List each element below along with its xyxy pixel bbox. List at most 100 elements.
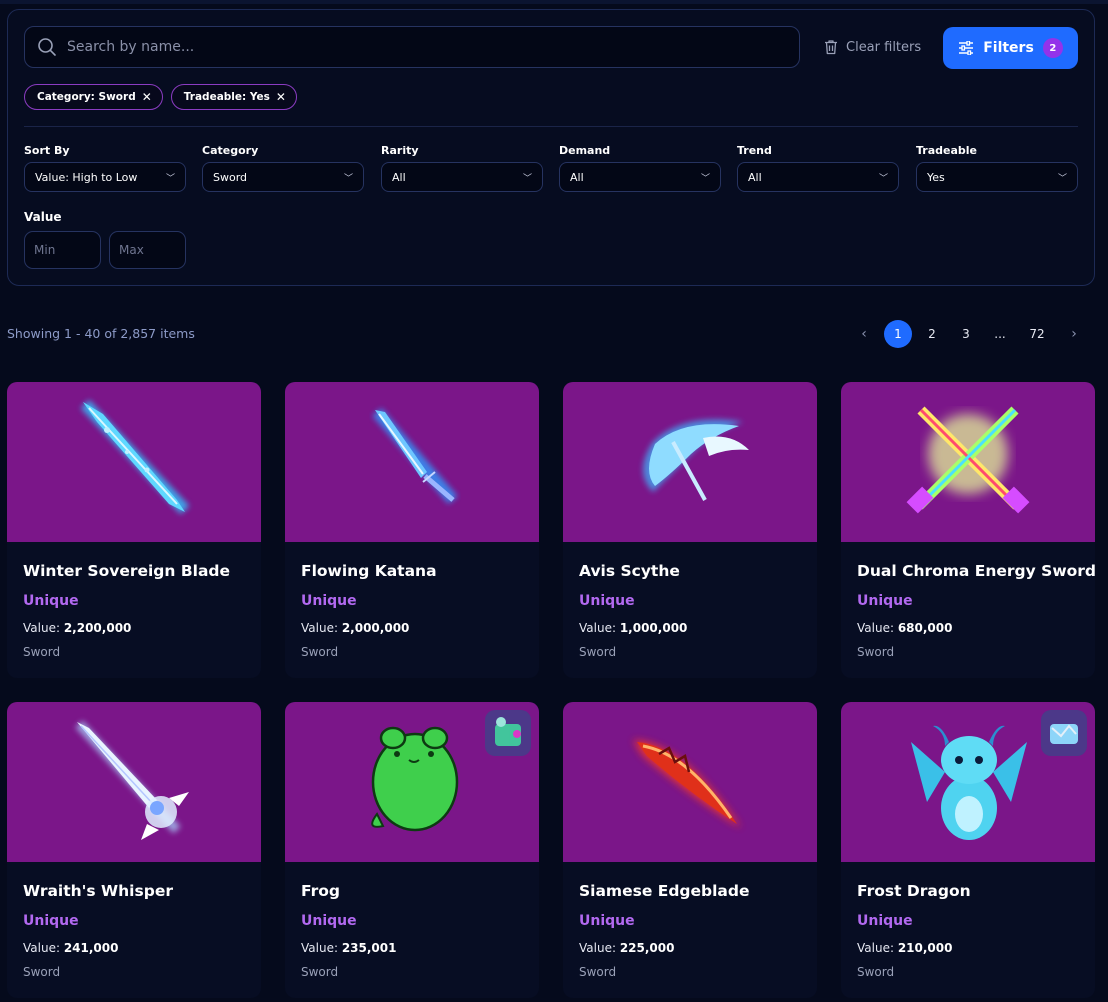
item-rarity: Unique xyxy=(857,593,913,609)
item-value: Value: 210,000 xyxy=(857,941,952,955)
scythe-icon xyxy=(643,419,749,501)
item-value: Value: 680,000 xyxy=(857,621,952,635)
value-amount: 241,000 xyxy=(63,941,119,955)
search-input[interactable] xyxy=(67,39,767,55)
select-value: All xyxy=(748,170,762,184)
search-icon xyxy=(38,38,56,56)
item-card[interactable]: Wraith's Whisper Unique Value: 241,000 S… xyxy=(7,702,261,998)
item-name: Wraith's Whisper xyxy=(23,882,173,900)
variant-thumbnail xyxy=(485,710,531,756)
top-border xyxy=(0,0,1108,4)
value-amount: 2,000,000 xyxy=(341,621,410,635)
filter-label: Demand xyxy=(559,144,611,157)
item-value: Value: 225,000 xyxy=(579,941,674,955)
fire-blade-icon xyxy=(633,740,741,828)
chevron-down-icon: ﹀ xyxy=(878,173,888,184)
item-category: Sword xyxy=(301,645,339,659)
item-category: Sword xyxy=(857,645,895,659)
chevron-down-icon: ﹀ xyxy=(522,173,532,184)
value-amount: 2,200,000 xyxy=(63,621,132,635)
prev-page-button[interactable]: ‹ xyxy=(850,320,878,348)
item-rarity: Unique xyxy=(579,913,635,929)
variant-thumbnail xyxy=(1041,710,1087,756)
item-category: Sword xyxy=(23,965,61,979)
page-button[interactable]: 1 xyxy=(884,320,912,348)
trash-icon xyxy=(825,40,837,55)
item-value: Value: 2,200,000 xyxy=(23,621,131,635)
item-name: Siamese Edgeblade xyxy=(579,882,750,900)
divider xyxy=(24,126,1078,127)
item-image xyxy=(285,382,539,542)
demand-filter: Demand All ﹀ xyxy=(559,144,721,192)
item-rarity: Unique xyxy=(857,913,913,929)
trend-select[interactable]: All ﹀ xyxy=(737,162,899,192)
rarity-filter: Rarity All ﹀ xyxy=(381,144,543,192)
value-prefix: Value: xyxy=(301,621,338,635)
item-image xyxy=(563,382,817,542)
chevron-down-icon: ﹀ xyxy=(1057,173,1067,184)
next-page-button[interactable]: › xyxy=(1060,320,1088,348)
active-filter-chip[interactable]: Category: Sword ✕ xyxy=(24,84,163,110)
tradeable-select[interactable]: Yes ﹀ xyxy=(916,162,1078,192)
value-prefix: Value: xyxy=(857,941,894,955)
category-select[interactable]: Sword ﹀ xyxy=(202,162,364,192)
value-prefix: Value: xyxy=(301,941,338,955)
sort-by-filter: Sort By Value: High to Low ﹀ xyxy=(24,144,186,192)
item-rarity: Unique xyxy=(23,593,79,609)
value-amount: 680,000 xyxy=(897,621,953,635)
page-button[interactable]: 2 xyxy=(918,320,946,348)
item-rarity: Unique xyxy=(23,913,79,929)
active-filter-chip[interactable]: Tradeable: Yes ✕ xyxy=(170,84,297,110)
select-value: All xyxy=(570,170,584,184)
item-category: Sword xyxy=(579,965,617,979)
item-image xyxy=(841,702,1095,862)
item-card[interactable]: Frost Dragon Unique Value: 210,000 Sword xyxy=(841,702,1095,998)
item-card[interactable]: Flowing Katana Unique Value: 2,000,000 S… xyxy=(285,382,539,678)
item-name: Frog xyxy=(301,882,340,900)
value-filter-label: Value xyxy=(24,210,62,224)
ice-chest-icon xyxy=(1050,724,1078,744)
item-image xyxy=(7,702,261,862)
value-prefix: Value: xyxy=(23,941,60,955)
close-icon[interactable]: ✕ xyxy=(142,90,152,104)
rarity-select[interactable]: All ﹀ xyxy=(381,162,543,192)
value-min-input[interactable] xyxy=(24,231,101,269)
sort-by-select[interactable]: Value: High to Low ﹀ xyxy=(24,162,186,192)
filters-button[interactable]: Filters 2 xyxy=(943,27,1078,69)
item-name: Winter Sovereign Blade xyxy=(23,562,231,580)
value-max-input[interactable] xyxy=(109,231,186,269)
item-card[interactable]: Frog Unique Value: 235,001 Sword xyxy=(285,702,539,998)
value-prefix: Value: xyxy=(857,621,894,635)
item-name: Frost Dragon xyxy=(857,882,971,900)
clear-filters-button[interactable]: Clear filters xyxy=(824,36,921,58)
filter-label: Trend xyxy=(737,144,772,157)
item-card[interactable]: Avis Scythe Unique Value: 1,000,000 Swor… xyxy=(563,382,817,678)
item-category: Sword xyxy=(857,965,895,979)
close-icon[interactable]: ✕ xyxy=(276,90,286,104)
page-button[interactable]: 3 xyxy=(952,320,980,348)
category-filter: Category Sword ﹀ xyxy=(202,144,364,192)
item-name: Avis Scythe xyxy=(579,562,680,580)
select-value: Sword xyxy=(213,170,248,184)
item-card[interactable]: Dual Chroma Energy Sword Unique Value: 6… xyxy=(841,382,1095,678)
select-value: Value: High to Low xyxy=(35,170,138,184)
tradeable-filter: Tradeable Yes ﹀ xyxy=(916,144,1078,192)
page-button[interactable]: 72 xyxy=(1023,320,1051,348)
filter-label: Sort By xyxy=(24,144,70,157)
item-value: Value: 2,000,000 xyxy=(301,621,409,635)
demand-select[interactable]: All ﹀ xyxy=(559,162,721,192)
item-rarity: Unique xyxy=(301,913,357,929)
filter-label: Rarity xyxy=(381,144,419,157)
item-category: Sword xyxy=(301,965,339,979)
item-card[interactable]: Siamese Edgeblade Unique Value: 225,000 … xyxy=(563,702,817,998)
value-prefix: Value: xyxy=(579,621,616,635)
item-rarity: Unique xyxy=(579,593,635,609)
item-card[interactable]: Winter Sovereign Blade Unique Value: 2,2… xyxy=(7,382,261,678)
item-value: Value: 235,001 xyxy=(301,941,396,955)
active-filter-chips: Category: Sword ✕ Tradeable: Yes ✕ xyxy=(24,84,297,110)
wraith-blade-icon xyxy=(75,720,189,840)
chevron-down-icon: ﹀ xyxy=(343,173,353,184)
search-box[interactable] xyxy=(24,26,800,68)
chip-label: Tradeable: Yes xyxy=(183,91,270,103)
clear-filters-label: Clear filters xyxy=(846,39,922,55)
